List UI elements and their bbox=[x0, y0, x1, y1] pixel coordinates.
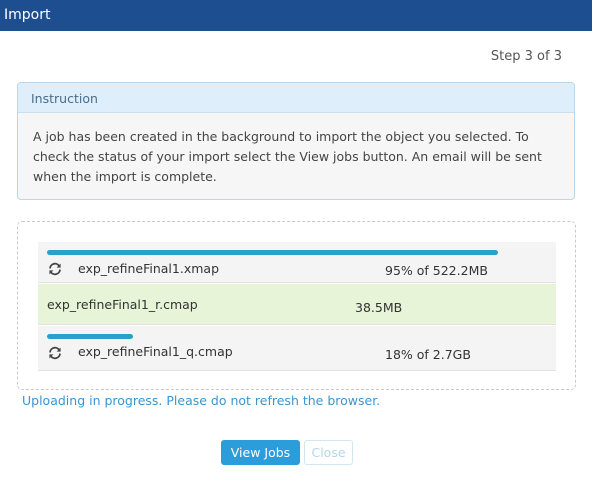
close-button[interactable]: Close bbox=[304, 440, 353, 465]
upload-status-message: Uploading in progress. Please do not ref… bbox=[22, 393, 381, 408]
instruction-panel: Instruction A job has been created in th… bbox=[17, 82, 575, 200]
title-bar: Import bbox=[0, 0, 592, 31]
file-size: 18% of 2.7GB bbox=[385, 347, 471, 362]
instruction-line: when the import is complete. bbox=[33, 169, 217, 184]
file-size: 95% of 522.2MB bbox=[385, 263, 488, 278]
file-name: exp_refineFinal1.xmap bbox=[78, 261, 219, 276]
instruction-line: A job has been created in the background… bbox=[33, 129, 529, 144]
upload-row: exp_refineFinal1_r.cmap 38.5MB bbox=[38, 284, 556, 325]
upload-progress-bar bbox=[47, 334, 133, 339]
upload-row: exp_refineFinal1.xmap 95% of 522.2MB bbox=[38, 242, 556, 283]
upload-progress-bar bbox=[47, 250, 498, 255]
refresh-icon bbox=[49, 346, 61, 360]
step-indicator: Step 3 of 3 bbox=[490, 49, 562, 64]
window-title: Import bbox=[4, 7, 51, 23]
file-name: exp_refineFinal1_r.cmap bbox=[47, 297, 198, 312]
file-size: 38.5MB bbox=[355, 300, 403, 315]
upload-row: exp_refineFinal1_q.cmap 18% of 2.7GB bbox=[38, 326, 556, 371]
refresh-icon bbox=[49, 262, 61, 276]
upload-list: exp_refineFinal1.xmap 95% of 522.2MB exp… bbox=[17, 221, 576, 390]
file-name: exp_refineFinal1_q.cmap bbox=[78, 344, 233, 359]
view-jobs-button[interactable]: View Jobs bbox=[221, 440, 300, 465]
instruction-line: check the status of your import select t… bbox=[33, 149, 542, 164]
instruction-heading: Instruction bbox=[18, 83, 574, 113]
instruction-body: A job has been created in the background… bbox=[18, 113, 574, 187]
